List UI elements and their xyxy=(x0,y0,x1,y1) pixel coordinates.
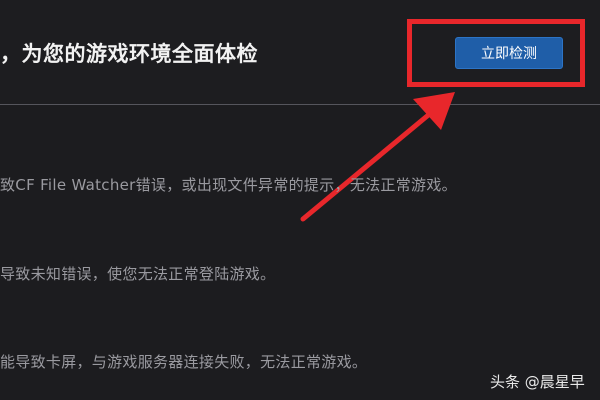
issue-text-server-connection: 能导致卡屏，与游戏服务器连接失败，无法正常游戏。 xyxy=(0,353,368,371)
red-arrow-annotation xyxy=(300,92,455,222)
watermark: 头条 @晨星早 xyxy=(490,373,585,391)
issue-text-file-watcher: 致CF File Watcher错误，或出现文件异常的提示，无法正常游戏。 xyxy=(0,176,457,194)
issue-text-unknown-error: 导致未知错误，使您无法正常登陆游戏。 xyxy=(0,265,276,283)
